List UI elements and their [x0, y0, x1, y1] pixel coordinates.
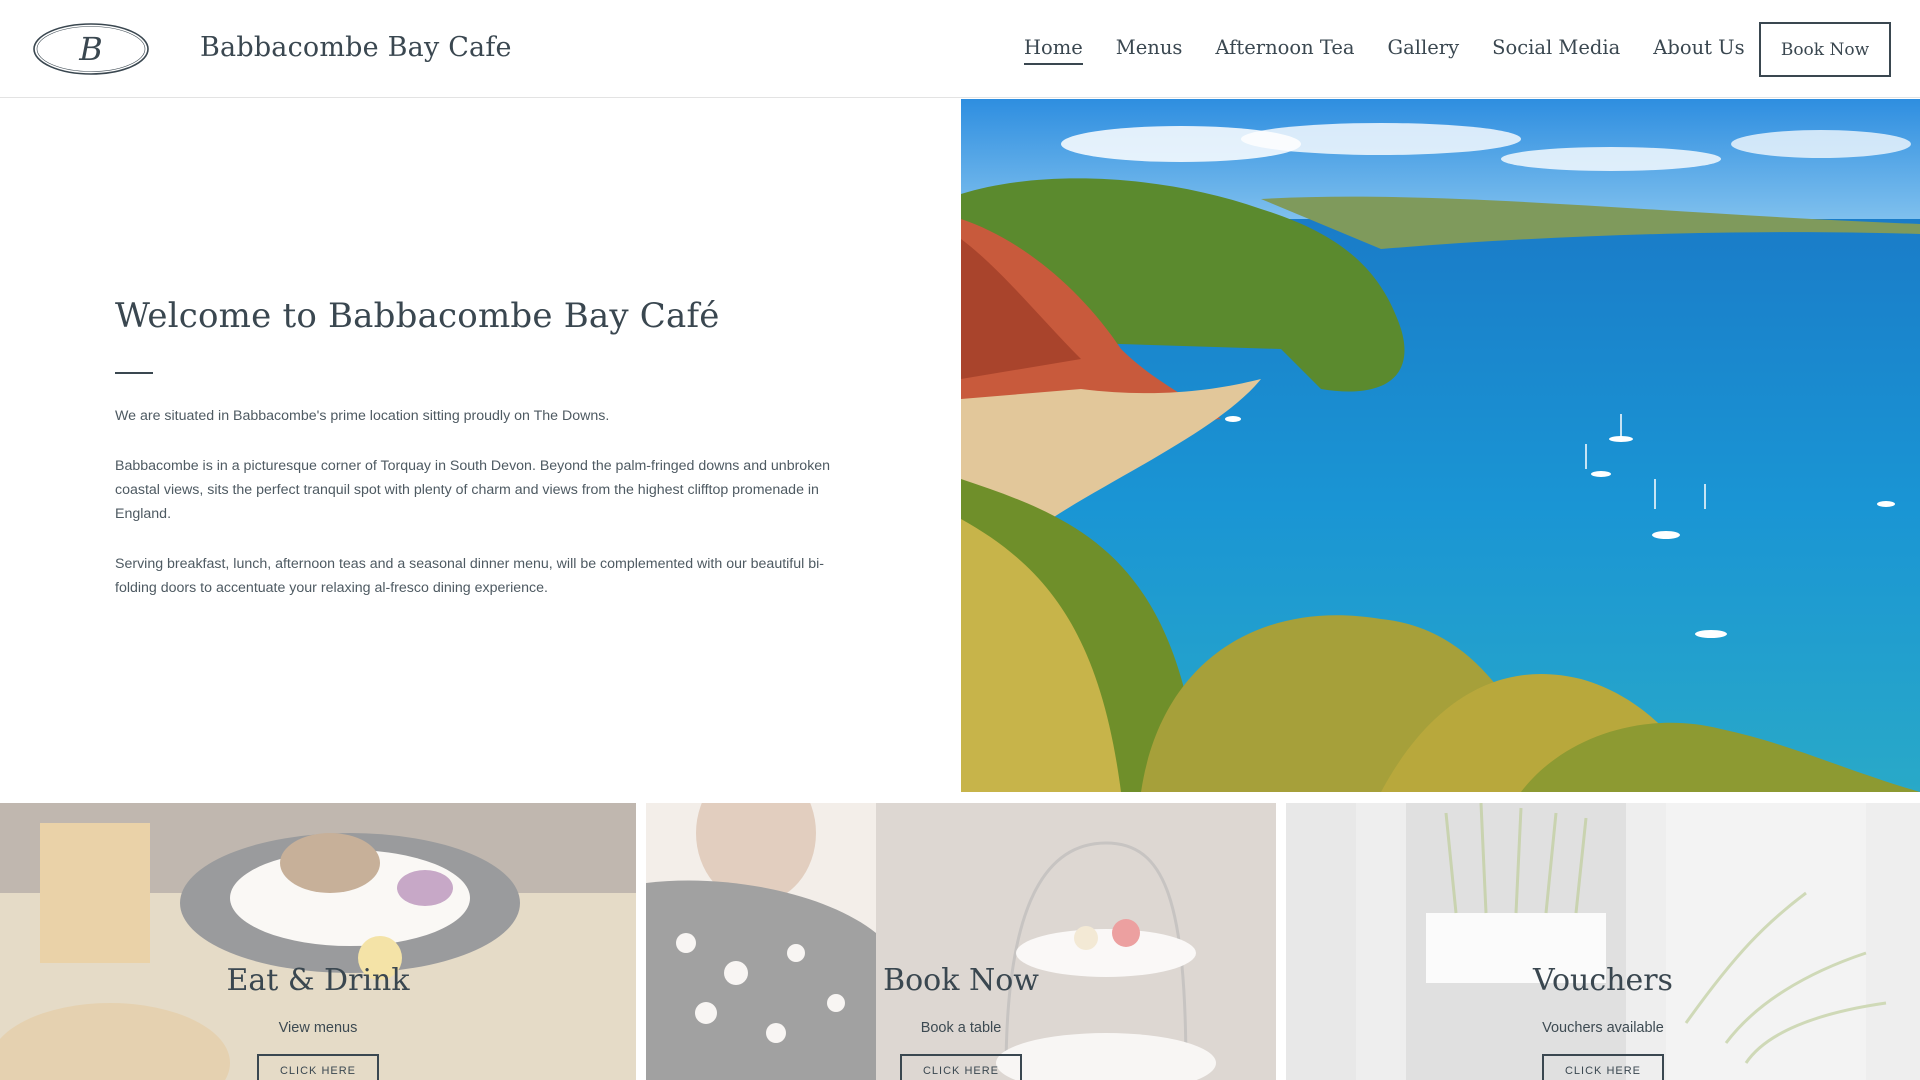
main-nav: Home Menus Afternoon Tea Gallery Social …: [1024, 36, 1745, 65]
card-content: Book Now Book a table CLICK HERE: [646, 963, 1276, 1080]
card-eat-drink[interactable]: Eat & Drink View menus CLICK HERE: [0, 803, 636, 1080]
card-title: Book Now: [883, 963, 1039, 998]
card-content: Vouchers Vouchers available CLICK HERE: [1286, 963, 1920, 1080]
title-divider: [115, 372, 153, 374]
coastline-photo: [961, 99, 1920, 792]
card-title: Eat & Drink: [226, 963, 410, 998]
logo-icon[interactable]: B: [32, 22, 150, 76]
welcome-section: Welcome to Babbacombe Bay Café We are si…: [115, 296, 835, 626]
nav-gallery[interactable]: Gallery: [1388, 36, 1460, 65]
welcome-title: Welcome to Babbacombe Bay Café: [115, 296, 720, 336]
book-now-button[interactable]: Book Now: [1759, 22, 1891, 77]
site-title[interactable]: Babbacombe Bay Cafe: [200, 32, 512, 63]
welcome-paragraph: Babbacombe is in a picturesque corner of…: [115, 458, 831, 522]
card-subtitle: Book a table: [920, 1020, 1002, 1036]
logo-letter: B: [78, 30, 103, 68]
card-content: Eat & Drink View menus CLICK HERE: [0, 963, 636, 1080]
card-vouchers[interactable]: Vouchers Vouchers available CLICK HERE: [1286, 803, 1920, 1080]
welcome-paragraph: Serving breakfast, lunch, afternoon teas…: [115, 556, 825, 596]
card-book-now[interactable]: Book Now Book a table CLICK HERE: [646, 803, 1276, 1080]
click-here-button[interactable]: CLICK HERE: [900, 1054, 1022, 1080]
nav-home[interactable]: Home: [1024, 36, 1083, 65]
nav-menus[interactable]: Menus: [1116, 36, 1183, 65]
card-title: Vouchers: [1533, 963, 1673, 998]
nav-afternoon-tea[interactable]: Afternoon Tea: [1215, 36, 1354, 65]
welcome-paragraph: We are situated in Babbacombe's prime lo…: [115, 408, 610, 424]
hero-image: [961, 99, 1920, 792]
nav-about-us[interactable]: About Us: [1653, 36, 1744, 65]
site-header: B Babbacombe Bay Cafe Home Menus Afterno…: [0, 0, 1920, 98]
card-subtitle: View menus: [278, 1020, 358, 1036]
click-here-button[interactable]: CLICK HERE: [1542, 1054, 1664, 1080]
card-subtitle: Vouchers available: [1542, 1020, 1664, 1036]
nav-social-media[interactable]: Social Media: [1492, 36, 1620, 65]
click-here-button[interactable]: CLICK HERE: [257, 1054, 379, 1080]
